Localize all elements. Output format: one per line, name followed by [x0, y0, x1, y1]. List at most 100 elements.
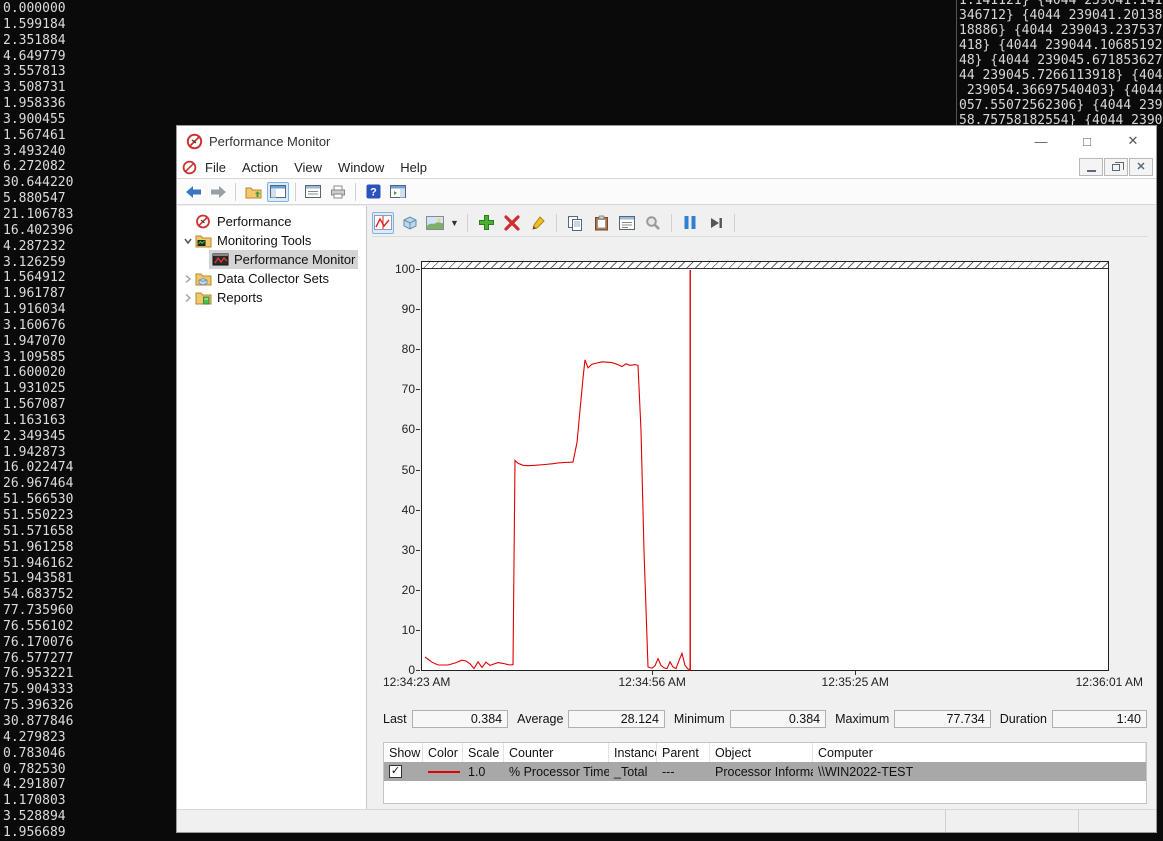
- forward-button[interactable]: [207, 182, 229, 202]
- toolbar-separator: [671, 213, 672, 232]
- y-tick-label: 30: [401, 542, 415, 557]
- console-line: 77.735960: [3, 603, 74, 619]
- menu-action[interactable]: Action: [234, 160, 286, 175]
- console-tree-icon: [270, 185, 286, 198]
- console-line: 16.402396: [3, 222, 74, 238]
- y-tick-mark: [416, 309, 420, 311]
- view-current-activity-button[interactable]: [372, 211, 394, 234]
- counter-row[interactable]: ✓ 1.0 % Processor Time _Total --- Proces…: [384, 762, 1146, 781]
- col-instance[interactable]: Instance: [609, 743, 657, 762]
- console-line: 0.782530: [3, 761, 66, 777]
- tree-item-performance-root[interactable]: Performance: [177, 212, 366, 231]
- chevron-down-icon[interactable]: [181, 234, 195, 248]
- y-tick-label: 10: [401, 622, 415, 637]
- tree-item-monitoring-tools[interactable]: Monitoring Tools: [177, 231, 366, 250]
- tree-item-reports[interactable]: Reports: [177, 288, 366, 307]
- child-restore-button[interactable]: [1104, 158, 1128, 176]
- print-button[interactable]: [327, 182, 349, 202]
- add-counter-button[interactable]: [475, 212, 497, 234]
- properties-icon: [619, 215, 635, 230]
- console-line: 21.106783: [3, 206, 74, 222]
- menu-window[interactable]: Window: [330, 160, 392, 175]
- folder-up-icon: [245, 187, 261, 198]
- copy-properties-button[interactable]: [564, 212, 586, 234]
- x-axis: 12:34:23 AM 12:34:56 AM 12:35:25 AM 12:36:0…: [383, 675, 1143, 691]
- graph-type-dropdown-arrow[interactable]: ▼: [450, 218, 460, 228]
- console-line: 4.291807: [3, 777, 66, 793]
- maximize-button[interactable]: □: [1064, 126, 1110, 156]
- col-parent[interactable]: Parent: [657, 743, 710, 762]
- duration-value: 1:40: [1051, 710, 1147, 728]
- properties-button-perfmon[interactable]: [616, 212, 638, 234]
- delete-counter-button[interactable]: [501, 212, 523, 234]
- tree-item-data-collector-sets[interactable]: Data Collector Sets: [177, 269, 366, 288]
- console-tree-toggle-button[interactable]: [267, 181, 289, 202]
- reports-folder-icon: [195, 292, 212, 305]
- col-scale[interactable]: Scale: [463, 743, 504, 762]
- console-line: 54.683752: [3, 587, 74, 603]
- y-tick-label: 50: [401, 462, 415, 477]
- x-tick-label: 12:36:01 AM: [1075, 675, 1143, 689]
- col-show[interactable]: Show: [384, 743, 423, 762]
- console-line: 4.279823: [3, 729, 66, 745]
- action-pane-toggle-button[interactable]: [387, 182, 409, 202]
- console-line: 5.880547: [3, 191, 66, 207]
- console-line: 75.904333: [3, 682, 74, 698]
- col-color[interactable]: Color: [423, 743, 463, 762]
- toolbar-separator: [734, 213, 735, 232]
- console-line: 51.550223: [3, 508, 74, 523]
- highlight-button[interactable]: [527, 212, 549, 234]
- chevron-right-icon[interactable]: [181, 291, 195, 305]
- show-checkbox[interactable]: ✓: [389, 765, 402, 778]
- view-log-data-button[interactable]: [398, 212, 420, 234]
- menu-file[interactable]: File: [197, 160, 234, 175]
- magnifier-icon: [646, 215, 660, 230]
- data-collector-sets-folder-icon: [195, 273, 212, 286]
- over-limit-hatch-band: [422, 262, 1108, 269]
- col-counter[interactable]: Counter: [504, 743, 609, 762]
- tree-label: Monitoring Tools: [217, 233, 312, 248]
- child-close-button[interactable]: ✕: [1129, 158, 1153, 176]
- paste-counter-list-button[interactable]: [590, 212, 612, 234]
- console-line: 0.783046: [3, 745, 66, 761]
- minimize-icon: [1086, 169, 1096, 172]
- change-graph-type-button[interactable]: [424, 212, 446, 234]
- chart-plot-area[interactable]: [421, 261, 1109, 671]
- console-line: 51.946162: [3, 555, 74, 571]
- close-button[interactable]: ✕: [1110, 126, 1156, 156]
- console-line: 1.958336: [3, 96, 66, 112]
- minimum-value: 0.384: [729, 710, 827, 728]
- update-data-button[interactable]: [705, 212, 727, 234]
- cell-counter: % Processor Time: [509, 764, 609, 779]
- y-tick-mark: [416, 469, 420, 471]
- back-button[interactable]: [182, 182, 204, 202]
- zoom-button[interactable]: [642, 212, 664, 234]
- tree-label: Reports: [217, 290, 263, 305]
- freeze-display-button[interactable]: [679, 212, 701, 234]
- counter-list: Show Color Scale Counter Instance Parent…: [383, 742, 1147, 804]
- col-computer[interactable]: Computer: [813, 743, 1146, 762]
- tree-item-performance-monitor[interactable]: Performance Monitor: [177, 250, 366, 269]
- properties-button[interactable]: [302, 182, 324, 202]
- child-minimize-button[interactable]: [1079, 158, 1103, 176]
- minimize-button[interactable]: —: [1018, 126, 1064, 156]
- y-tick-label: 70: [401, 382, 415, 397]
- menu-view[interactable]: View: [286, 160, 330, 175]
- help-button[interactable]: ?: [362, 182, 384, 202]
- menu-help[interactable]: Help: [392, 160, 435, 175]
- console-line: 76.170076: [3, 634, 74, 650]
- delete-icon: [504, 214, 520, 231]
- average-label: Average: [517, 712, 564, 726]
- up-one-level-button[interactable]: [242, 182, 264, 202]
- minimum-label: Minimum: [673, 712, 725, 726]
- status-panel: [177, 810, 946, 832]
- chart-canvas: [424, 270, 691, 671]
- console-line: 75.396326: [3, 698, 74, 714]
- console-line: 4.649779: [3, 48, 66, 64]
- performance-monitor-window: Performance Monitor — □ ✕ File Action Vi…: [176, 125, 1157, 833]
- col-object[interactable]: Object: [710, 743, 813, 762]
- console-line: 30.877846: [3, 713, 74, 729]
- cube-icon: [403, 215, 416, 230]
- console-line: 1.599184: [3, 16, 66, 32]
- chevron-right-icon[interactable]: [181, 272, 195, 286]
